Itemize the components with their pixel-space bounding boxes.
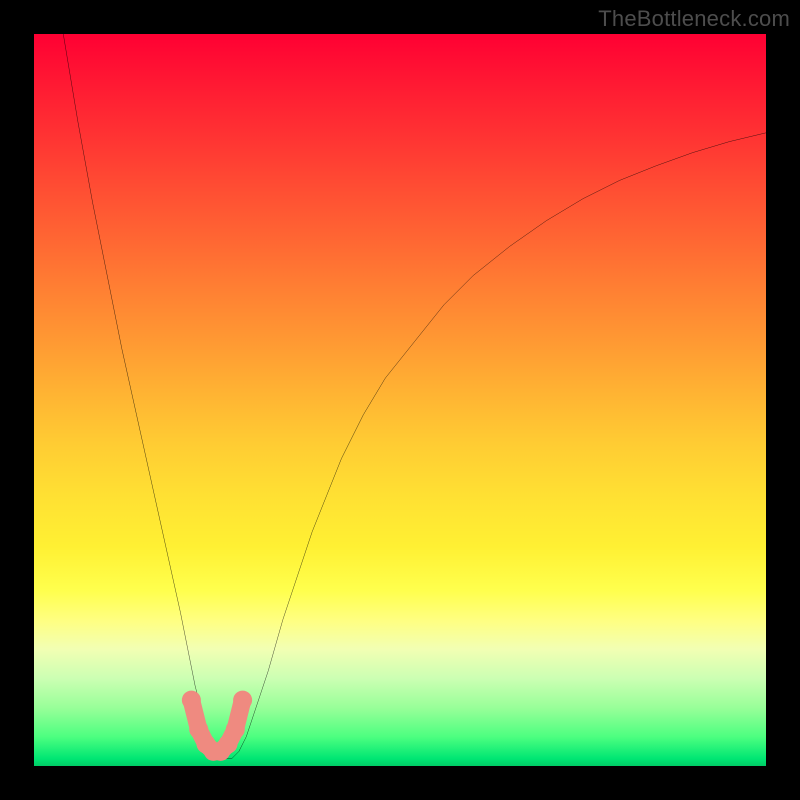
watermark-text: TheBottleneck.com: [598, 6, 790, 32]
chart-plot-area: [34, 34, 766, 766]
bottleneck-curve: [63, 34, 766, 759]
chart-svg: [34, 34, 766, 766]
sweet-spot-markers: [182, 691, 252, 761]
chart-frame: TheBottleneck.com: [0, 0, 800, 800]
